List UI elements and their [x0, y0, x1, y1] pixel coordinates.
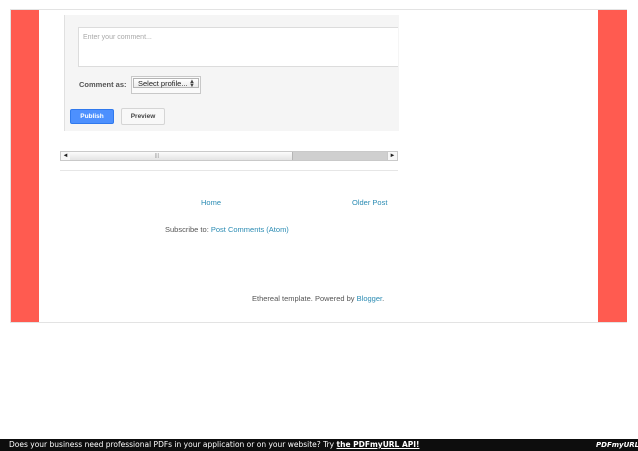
- promo-text: Does your business need professional PDF…: [9, 440, 335, 449]
- preview-button[interactable]: Preview: [121, 108, 165, 125]
- right-accent-border: [598, 10, 627, 322]
- comment-as-label: Comment as:: [79, 80, 127, 89]
- pdfmyurl-api-link[interactable]: the PDFmyURL API!: [337, 440, 420, 449]
- blogger-link[interactable]: Blogger: [357, 294, 382, 303]
- horizontal-scrollbar[interactable]: ◄ ||| ►: [60, 151, 398, 161]
- comment-textarea[interactable]: Enter your comment...: [78, 27, 398, 67]
- promo-text-row: Does your business need professional PDF…: [9, 439, 419, 451]
- profile-select[interactable]: Select profile... ▲ ▼: [131, 76, 201, 94]
- attribution-suffix: .: [382, 294, 385, 303]
- left-accent-border: [11, 10, 39, 322]
- pdf-promo-banner: Does your business need professional PDF…: [0, 439, 638, 451]
- post-comments-atom-link[interactable]: Post Comments (Atom): [211, 225, 289, 234]
- divider: [60, 170, 398, 171]
- subscribe-row: Subscribe to: Post Comments (Atom): [165, 225, 289, 234]
- attribution-row: Ethereal template. Powered by Blogger.: [252, 294, 384, 303]
- pdfmyurl-logo[interactable]: PDFmyURL: [596, 439, 638, 451]
- attribution-text: Ethereal template. Powered by: [252, 294, 355, 303]
- profile-select-value: Select profile...: [138, 79, 188, 88]
- subscribe-prefix: Subscribe to:: [165, 225, 209, 234]
- select-updown-icon: ▲ ▼: [189, 79, 195, 89]
- scroll-grip-icon: |||: [155, 153, 159, 159]
- home-link[interactable]: Home: [201, 198, 221, 207]
- publish-button[interactable]: Publish: [70, 109, 114, 124]
- older-post-link[interactable]: Older Post: [352, 198, 387, 207]
- scroll-right-arrow-icon[interactable]: ►: [387, 152, 397, 160]
- scrollbar-thumb[interactable]: |||: [70, 152, 293, 160]
- scrollbar-track[interactable]: [293, 152, 388, 160]
- profile-select-box[interactable]: Select profile... ▲ ▼: [133, 78, 199, 89]
